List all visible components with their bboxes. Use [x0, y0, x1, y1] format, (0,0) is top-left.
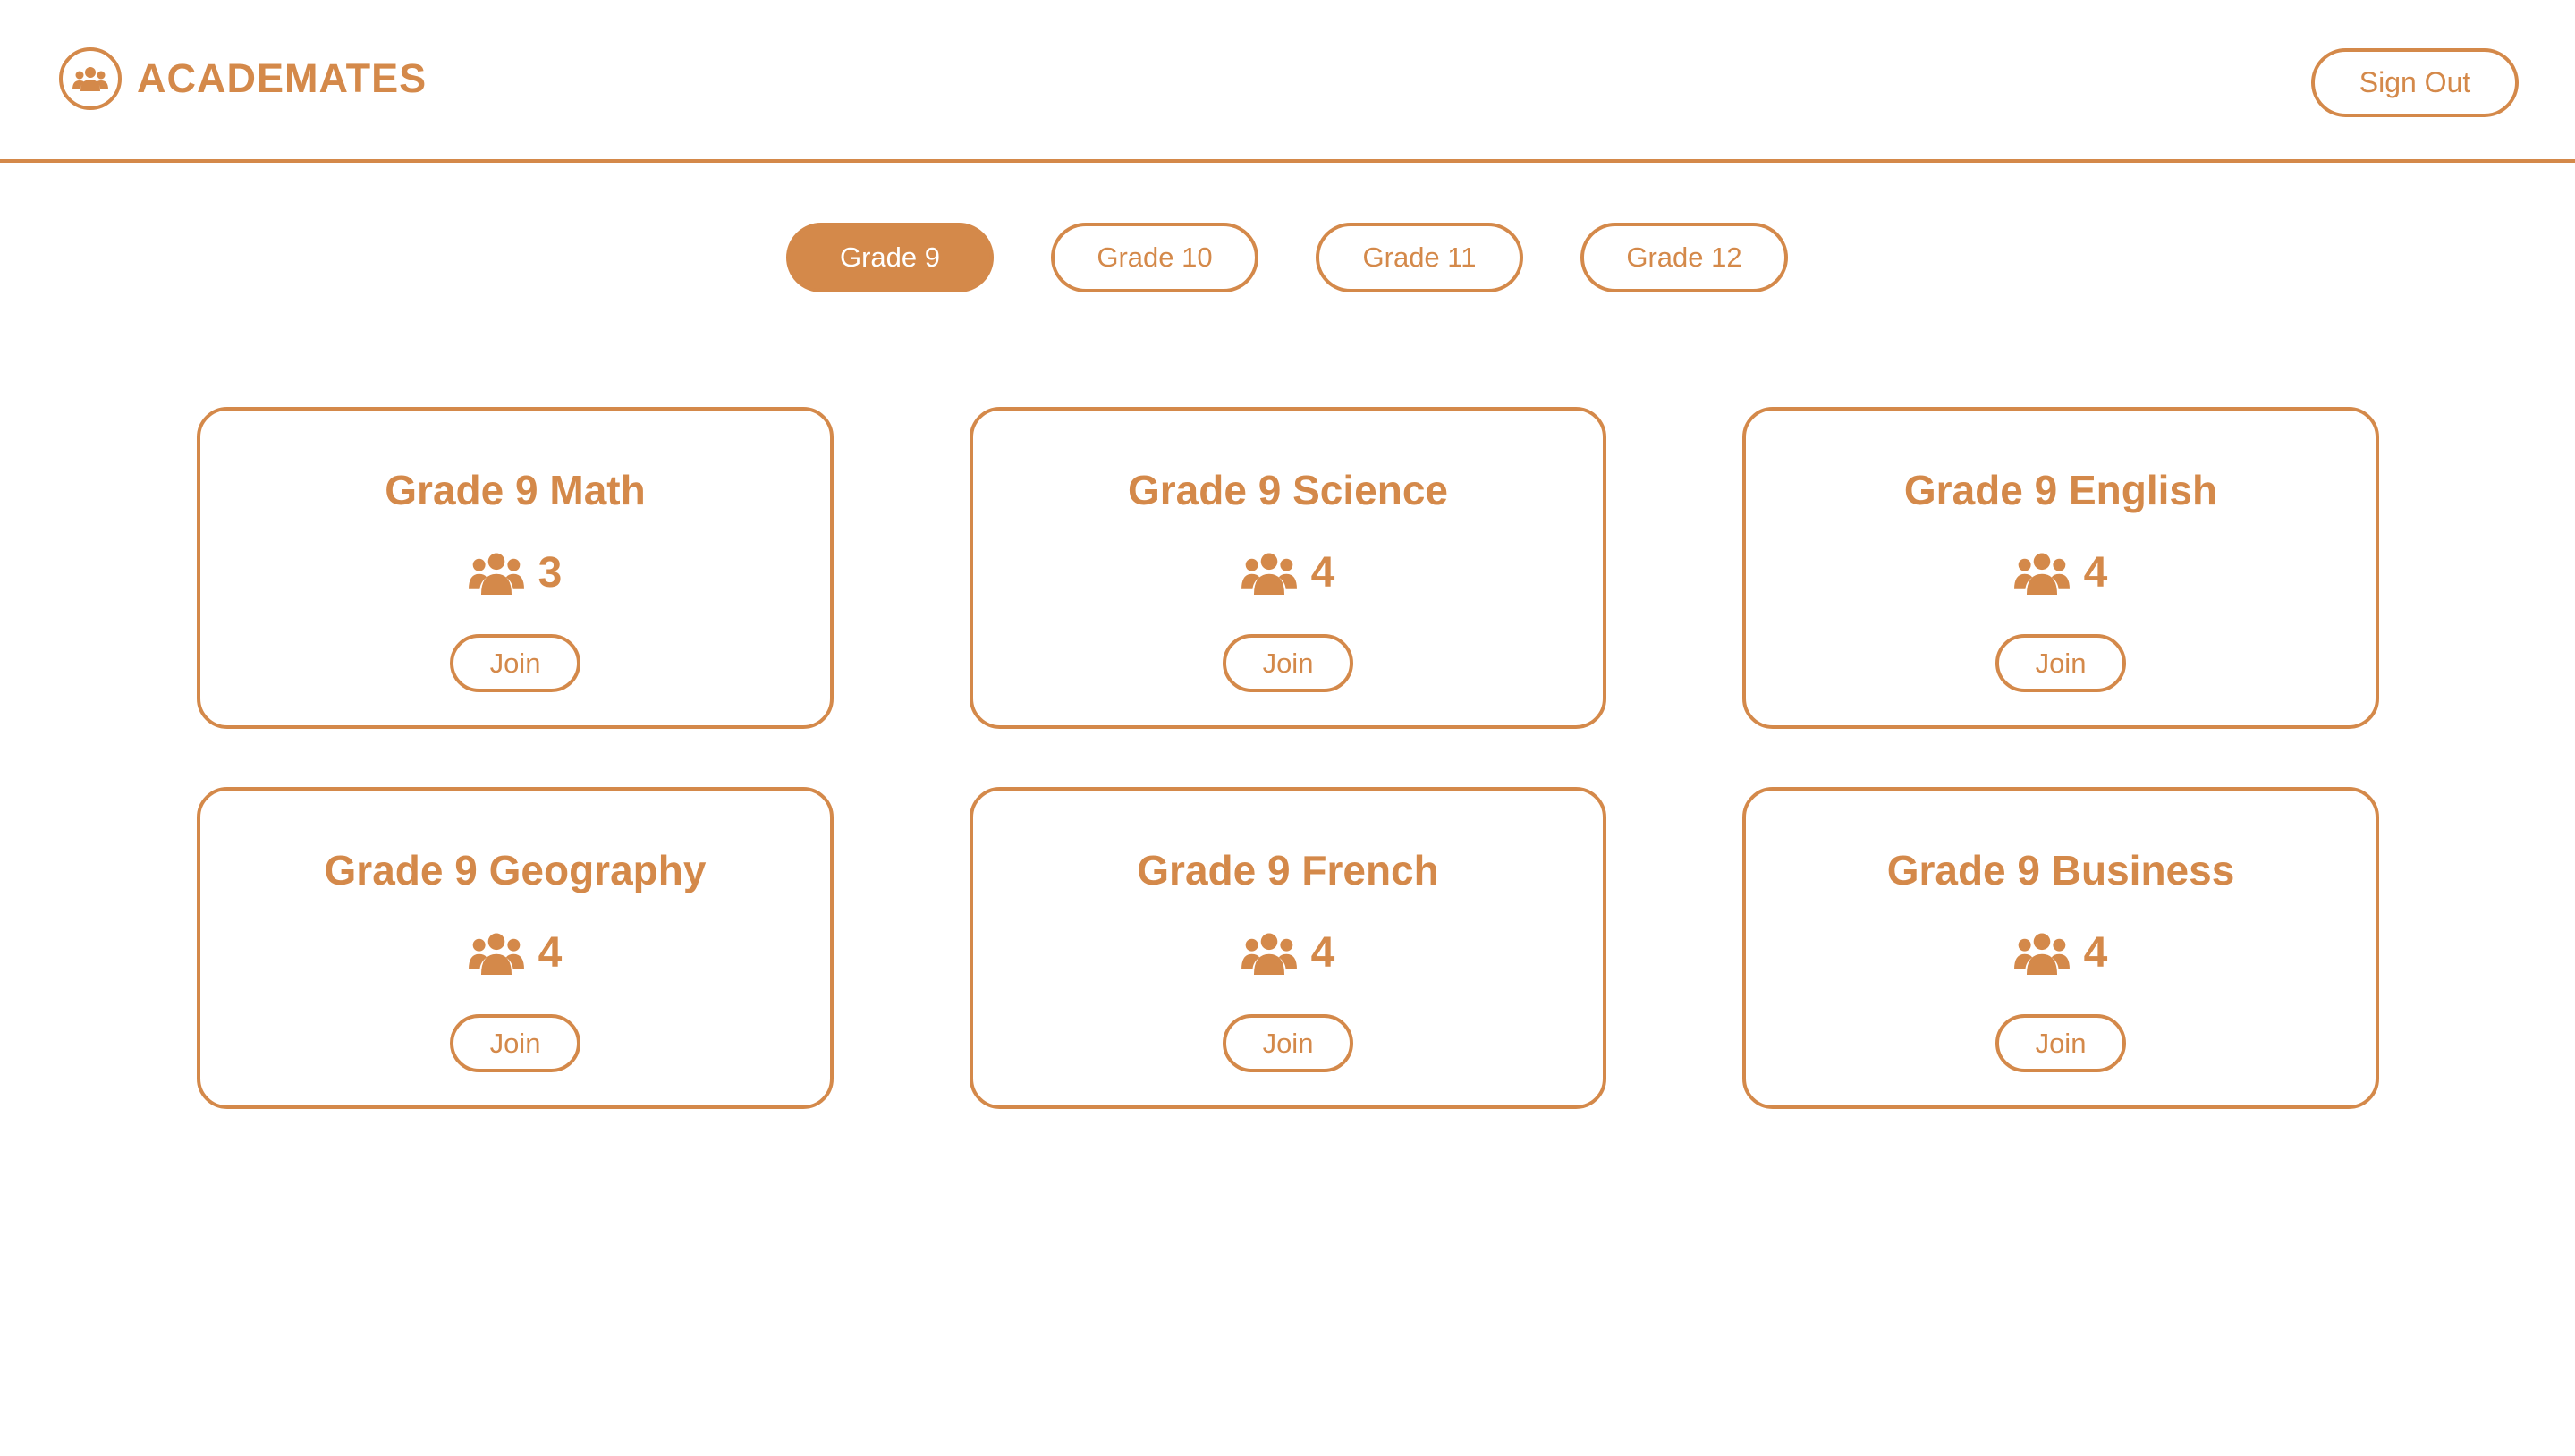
- join-button[interactable]: Join: [1995, 634, 2126, 692]
- members-icon: [2013, 933, 2070, 975]
- join-button[interactable]: Join: [1223, 1014, 1353, 1072]
- join-button[interactable]: Join: [450, 634, 580, 692]
- member-count: 4: [2083, 929, 2108, 977]
- group-card-math: Grade 9 Math 3 Join: [197, 407, 834, 729]
- group-card-science: Grade 9 Science 4 Join: [970, 407, 1606, 729]
- join-button[interactable]: Join: [1223, 634, 1353, 692]
- member-count: 4: [1310, 929, 1335, 977]
- member-count-row: 4: [468, 929, 563, 977]
- members-icon: [1241, 553, 1297, 595]
- sign-out-button[interactable]: Sign Out: [2311, 48, 2519, 117]
- tab-grade-12[interactable]: Grade 12: [1580, 223, 1788, 292]
- members-icon: [1241, 933, 1297, 975]
- members-icon: [468, 933, 524, 975]
- tab-grade-10[interactable]: Grade 10: [1051, 223, 1258, 292]
- top-navbar: ACADEMATES Sign Out: [0, 0, 2575, 163]
- members-icon: [468, 553, 524, 595]
- grade-tabs: Grade 9 Grade 10 Grade 11 Grade 12: [786, 223, 1788, 292]
- app-name: ACADEMATES: [137, 55, 428, 101]
- member-count: 4: [1310, 549, 1335, 597]
- group-card-geography: Grade 9 Geography 4 Join: [197, 787, 834, 1109]
- member-count-row: 4: [1241, 549, 1335, 597]
- group-title: Grade 9 Science: [1128, 467, 1448, 513]
- group-title: Grade 9 English: [1903, 467, 2218, 513]
- member-count: 4: [2083, 549, 2108, 597]
- member-count: 4: [538, 929, 563, 977]
- member-count: 3: [538, 549, 563, 597]
- member-count-row: 4: [1241, 929, 1335, 977]
- group-card-english: Grade 9 English 4 Join: [1742, 407, 2379, 729]
- group-title: Grade 9 Math: [385, 467, 646, 513]
- join-button[interactable]: Join: [1995, 1014, 2126, 1072]
- tab-grade-9[interactable]: Grade 9: [786, 223, 994, 292]
- member-count-row: 4: [2013, 929, 2108, 977]
- tab-grade-11[interactable]: Grade 11: [1316, 223, 1523, 292]
- join-button[interactable]: Join: [450, 1014, 580, 1072]
- group-icon: [72, 67, 108, 91]
- group-title: Grade 9 Business: [1886, 847, 2235, 893]
- group-cards-grid: Grade 9 Math 3 Join Grade 9 Science 4 Jo…: [197, 407, 2379, 1109]
- logo-badge: [59, 47, 122, 110]
- app-logo[interactable]: ACADEMATES: [59, 47, 427, 110]
- group-card-business: Grade 9 Business 4 Join: [1742, 787, 2379, 1109]
- group-card-french: Grade 9 French 4 Join: [970, 787, 1606, 1109]
- members-icon: [2013, 553, 2070, 595]
- group-title: Grade 9 Geography: [324, 847, 707, 893]
- group-title: Grade 9 French: [1137, 847, 1439, 893]
- member-count-row: 3: [468, 549, 563, 597]
- member-count-row: 4: [2013, 549, 2108, 597]
